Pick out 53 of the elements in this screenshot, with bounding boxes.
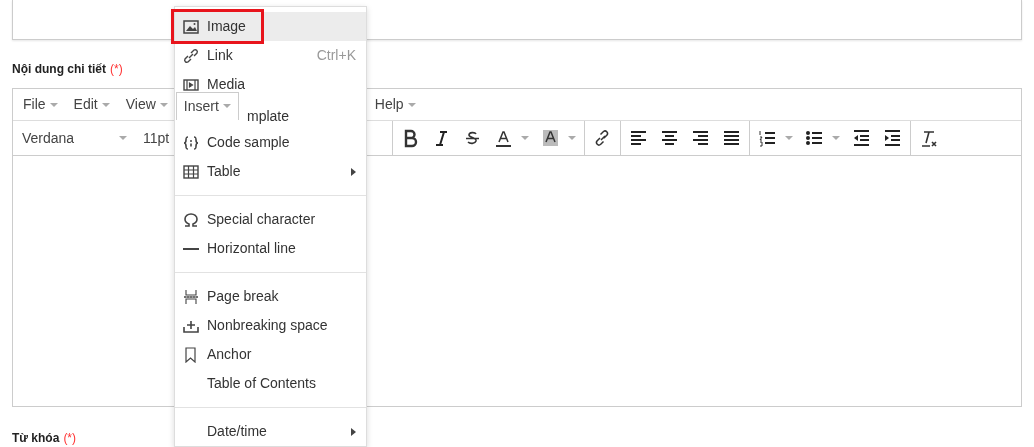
outdent-icon: [852, 128, 872, 148]
font-family-select[interactable]: Verdana: [13, 123, 131, 153]
menu-item[interactable]: mplate: [247, 106, 290, 127]
menu-item[interactable]: Date/time: [175, 417, 366, 446]
caret-icon: [101, 102, 110, 107]
menu-item[interactable]: Page break: [175, 282, 366, 311]
menu-button[interactable]: Help: [366, 90, 424, 119]
justify-icon: [722, 128, 742, 148]
caret-icon: [49, 102, 58, 107]
clear-format-icon: [919, 128, 939, 148]
menu-button[interactable]: Edit: [65, 90, 118, 119]
menu-item[interactable]: Code sample: [175, 128, 366, 157]
menu-button[interactable]: View: [117, 90, 176, 119]
caret-icon: [222, 104, 231, 108]
caret-icon: [832, 136, 841, 140]
menu-item[interactable]: Table of Contents: [175, 369, 366, 398]
field-label: Nội dung chi tiết: [12, 61, 106, 78]
image-icon: [183, 18, 199, 35]
field-label: Từ khóa: [12, 430, 60, 447]
highlight-color-icon: [541, 128, 561, 148]
caret-icon: [521, 136, 530, 140]
menu-item[interactable]: Table: [175, 157, 366, 186]
horizontal-line-icon: [183, 247, 199, 250]
bulleted-list-icon: [805, 128, 825, 148]
table-icon: [183, 163, 199, 180]
caret-icon: [407, 102, 416, 107]
code-braces-icon: [183, 134, 199, 151]
required-mark: (*): [110, 61, 123, 78]
page-break-icon: [183, 288, 199, 305]
omega-icon: [183, 211, 199, 228]
caret-icon: [119, 136, 127, 140]
caret-icon: [568, 136, 577, 140]
indent-icon: [883, 128, 903, 148]
caret-icon: [159, 102, 168, 107]
menu-item[interactable]: Anchor: [175, 340, 366, 369]
numbered-list-icon: [758, 128, 778, 148]
caret-icon: [785, 136, 794, 140]
menu-button[interactable]: Insert: [175, 91, 239, 120]
required-mark: (*): [63, 430, 77, 447]
menu-button[interactable]: File: [15, 90, 66, 119]
shortcut-label: Ctrl+K: [316, 46, 356, 65]
font-size-select[interactable]: 11pt: [143, 123, 170, 153]
bookmark-icon: [183, 346, 199, 363]
text-color-icon: [494, 128, 514, 148]
align-left-icon: [629, 128, 649, 148]
menu-item[interactable]: Nonbreaking space: [175, 311, 366, 340]
align-center-icon: [660, 128, 680, 148]
menu-item[interactable]: Link Ctrl+K: [175, 41, 366, 70]
menu-item[interactable]: Horizontal line: [175, 234, 366, 263]
menu-item[interactable]: Special character: [175, 205, 366, 234]
align-right-icon: [691, 128, 711, 148]
link-icon: [183, 47, 199, 64]
film-icon: [183, 76, 199, 93]
